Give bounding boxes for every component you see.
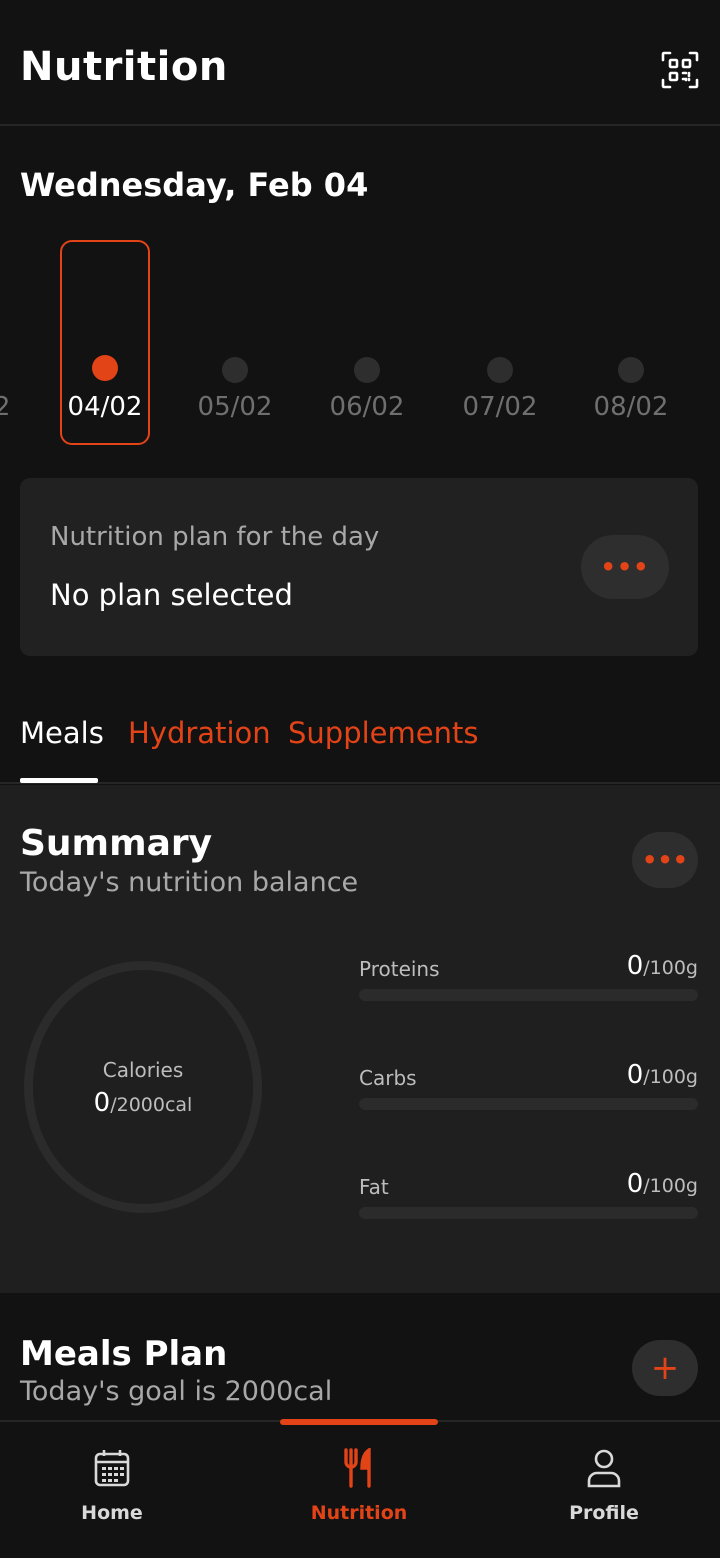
summary-more-button[interactable]: ••• [632, 832, 698, 888]
plan-label: Nutrition plan for the day [50, 522, 380, 552]
selected-date-heading: Wednesday, Feb 04 [20, 166, 369, 204]
day-item[interactable]: 03/02 [0, 240, 18, 445]
nav-label: Home [81, 1502, 143, 1524]
day-label: 05/02 [197, 392, 273, 422]
macro-value: 0/100g [627, 951, 698, 981]
nutrition-plan-card: Nutrition plan for the day No plan selec… [20, 478, 698, 656]
nutrition-tabs: Meals Hydration Supplements [0, 700, 720, 784]
day-label: 07/02 [462, 392, 538, 422]
day-item[interactable]: 08/02 [586, 240, 676, 445]
person-icon [587, 1449, 621, 1488]
day-dot [354, 357, 380, 383]
summary-title: Summary [20, 823, 213, 864]
app-header: Nutrition [0, 0, 720, 126]
macro-current: 0 [626, 951, 644, 981]
day-item-selected[interactable]: 04/02 [60, 240, 150, 445]
active-tab-indicator [20, 778, 98, 783]
calories-label: Calories [102, 1058, 184, 1082]
macro-goal: /100g [643, 957, 698, 979]
nav-nutrition[interactable]: Nutrition [259, 1422, 459, 1558]
meals-plan-subtitle: Today's goal is 2000cal [20, 1376, 333, 1407]
macro-name: Proteins [359, 957, 440, 981]
page-title: Nutrition [20, 44, 228, 90]
macro-name: Fat [359, 1175, 389, 1199]
day-item[interactable]: 05/02 [190, 240, 280, 445]
macro-carbs: Carbs 0/100g [359, 1060, 698, 1126]
macro-goal: /100g [643, 1175, 698, 1197]
day-label: 04/02 [67, 392, 143, 422]
day-label: 06/02 [329, 392, 405, 422]
nav-profile[interactable]: Profile [504, 1422, 704, 1558]
plan-value: No plan selected [50, 578, 293, 612]
nav-label: Profile [569, 1502, 639, 1524]
calories-goal: /2000cal [110, 1094, 193, 1116]
add-meal-button[interactable]: + [632, 1340, 698, 1396]
day-dot [92, 355, 118, 381]
day-item[interactable]: 06/02 [322, 240, 412, 445]
day-dot [222, 357, 248, 383]
day-dot [618, 357, 644, 383]
calories-current: 0 [93, 1088, 111, 1118]
summary-subtitle: Today's nutrition balance [20, 867, 359, 898]
tab-meals[interactable]: Meals [20, 716, 104, 750]
bottom-navigation: Home Nutrition Profile [0, 1419, 720, 1558]
macro-value: 0/100g [627, 1060, 698, 1090]
macro-value: 0/100g [627, 1169, 698, 1199]
calendar-icon [94, 1450, 130, 1487]
macro-fat: Fat 0/100g [359, 1169, 698, 1235]
macro-progress-bar [359, 1098, 698, 1110]
calories-ring: Calories 0/2000cal [24, 961, 262, 1213]
macro-current: 0 [626, 1060, 644, 1090]
tab-supplements[interactable]: Supplements [288, 716, 478, 750]
day-item[interactable]: 07/02 [455, 240, 545, 445]
macro-progress-bar [359, 989, 698, 1001]
nav-label: Nutrition [310, 1502, 408, 1524]
macro-progress-bar [359, 1207, 698, 1219]
macro-name: Carbs [359, 1066, 417, 1090]
qr-scan-icon[interactable] [660, 50, 700, 90]
nav-home[interactable]: Home [12, 1422, 212, 1558]
meals-plan-section: Meals Plan Today's goal is 2000cal + [0, 1294, 720, 1420]
macro-goal: /100g [643, 1066, 698, 1088]
meals-plan-title: Meals Plan [20, 1334, 228, 1374]
day-label: 08/02 [593, 392, 669, 422]
macro-current: 0 [626, 1169, 644, 1199]
fork-knife-icon [344, 1448, 371, 1488]
plan-more-button[interactable]: ••• [581, 535, 669, 599]
day-selector[interactable]: 03/02 04/02 05/02 06/02 07/02 08/02 [0, 240, 720, 450]
calories-value: 0/2000cal [33, 1088, 253, 1118]
day-dot [487, 357, 513, 383]
day-label: 03/02 [0, 392, 11, 422]
tab-hydration[interactable]: Hydration [128, 716, 271, 750]
summary-section: Summary Today's nutrition balance ••• Ca… [0, 785, 720, 1293]
macro-proteins: Proteins 0/100g [359, 951, 698, 1017]
